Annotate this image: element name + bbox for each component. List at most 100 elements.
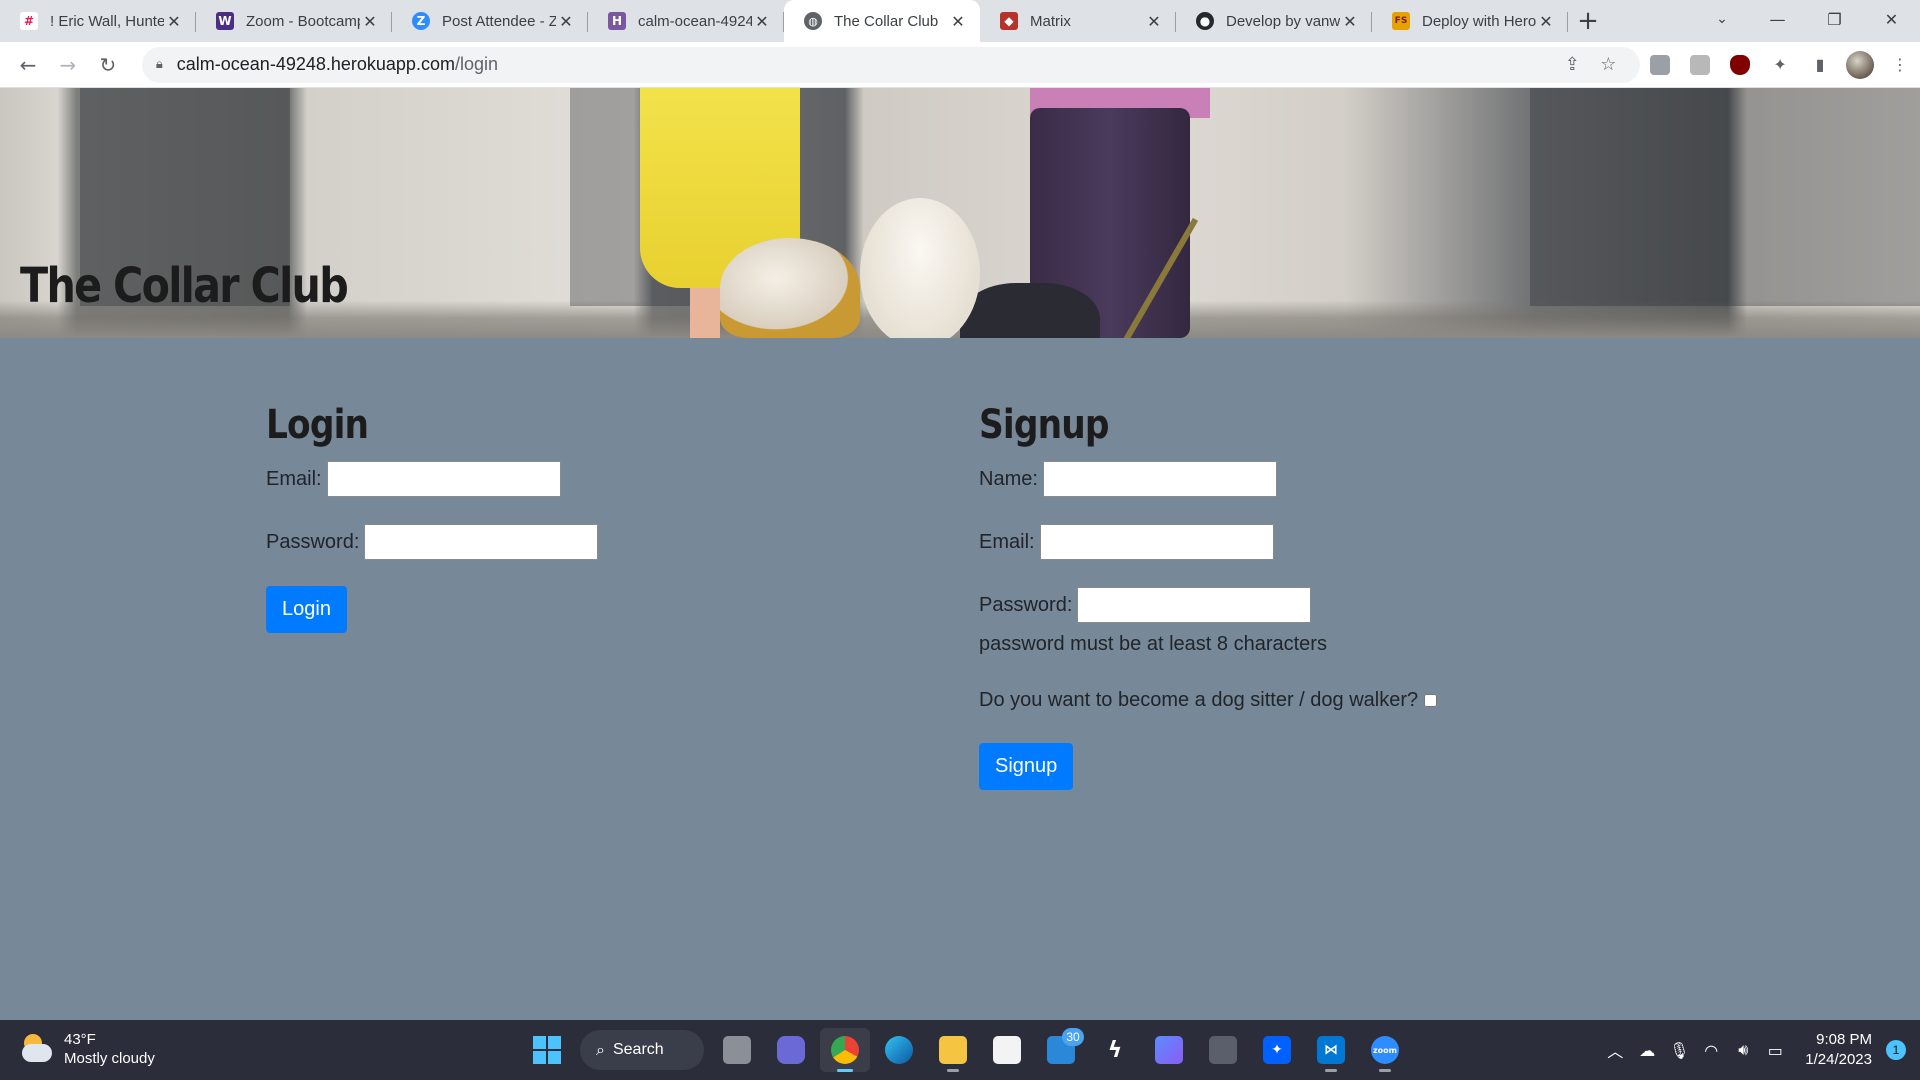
tab-deploy-heroku[interactable]: FS Deploy with Hero ✕ xyxy=(1372,0,1568,42)
battery-icon[interactable]: ▭ xyxy=(1759,1041,1791,1060)
onedrive-icon[interactable]: ☁ xyxy=(1631,1041,1663,1060)
tab-strip: # ! Eric Wall, Hunter ✕ W Zoom - Bootcam… xyxy=(0,0,1920,42)
browser-toolbar: ← → ↻ 🔒︎ calm-ocean-49248.herokuapp.com/… xyxy=(0,42,1920,88)
close-tab-icon[interactable]: ✕ xyxy=(1340,12,1360,31)
ublock-icon[interactable] xyxy=(1720,47,1760,83)
clock[interactable]: 9:08 PM 1/24/2023 xyxy=(1805,1030,1872,1070)
tab-matrix[interactable]: ◆ Matrix ✕ xyxy=(980,0,1176,42)
lock-icon[interactable]: 🔒︎ xyxy=(156,57,163,72)
taskbar-search[interactable]: ⌕ Search xyxy=(580,1030,704,1070)
signup-form: Signup Name: Email: Password: password m… xyxy=(979,400,1438,790)
bookmark-star-icon[interactable]: ☆ xyxy=(1590,54,1626,75)
tab-collar-club[interactable]: ◍ The Collar Club ✕ xyxy=(784,0,980,42)
zoom-app-icon[interactable]: zoom xyxy=(1360,1028,1410,1072)
system-tray: ︿ ☁ 🎙︎ ◠ 🔊︎ ▭ 9:08 PM 1/24/2023 1 xyxy=(1599,1020,1920,1080)
login-button[interactable]: Login xyxy=(266,586,347,633)
task-view-icon[interactable] xyxy=(712,1028,762,1072)
matrix-icon: ◆ xyxy=(1000,12,1018,30)
wifi-icon[interactable]: ◠ xyxy=(1695,1041,1727,1060)
menu-kebab-icon[interactable]: ⋮ xyxy=(1880,47,1920,83)
tab-title: Post Attendee - Z xyxy=(442,12,556,30)
github-icon: ● xyxy=(1196,12,1214,30)
signup-button[interactable]: Signup xyxy=(979,743,1074,790)
file-explorer-icon[interactable] xyxy=(928,1028,978,1072)
tab-github[interactable]: ● Develop by vanw ✕ xyxy=(1176,0,1372,42)
slack-icon: # xyxy=(20,12,38,30)
reload-icon[interactable]: ↻ xyxy=(88,47,128,83)
new-tab-button[interactable]: + xyxy=(1568,0,1608,42)
close-tab-icon[interactable]: ✕ xyxy=(1144,12,1164,31)
microphone-icon[interactable]: 🎙︎ xyxy=(1663,1041,1695,1060)
sitter-row: Do you want to become a dog sitter / dog… xyxy=(979,685,1438,715)
close-tab-icon[interactable]: ✕ xyxy=(1536,12,1556,31)
main-content: Login Email: Password: Login Signup Name… xyxy=(0,338,1920,1020)
tab-zoom-bootcamp[interactable]: W Zoom - Bootcamp ✕ xyxy=(196,0,392,42)
calculator-icon[interactable] xyxy=(1198,1028,1248,1072)
close-window-icon[interactable]: ✕ xyxy=(1863,0,1920,38)
back-arrow-icon[interactable]: ← xyxy=(8,47,48,83)
tab-search-chevron-icon[interactable]: ⌄ xyxy=(1702,0,1742,38)
forward-arrow-icon[interactable]: → xyxy=(48,47,88,83)
notification-badge[interactable]: 1 xyxy=(1886,1040,1906,1060)
bing-icon[interactable] xyxy=(1144,1028,1194,1072)
small-dog xyxy=(720,238,860,338)
profile-avatar[interactable] xyxy=(1840,47,1880,83)
login-password-field[interactable] xyxy=(364,524,599,560)
login-heading: Login xyxy=(266,402,369,448)
chrome-icon[interactable] xyxy=(820,1028,870,1072)
zoom-icon: Z xyxy=(412,12,430,30)
mail-icon[interactable]: 30 xyxy=(1036,1028,1086,1072)
signup-name-field[interactable] xyxy=(1042,461,1277,497)
minimize-icon[interactable]: — xyxy=(1749,0,1806,38)
login-password-label: Password: xyxy=(266,530,360,553)
chat-icon[interactable] xyxy=(766,1028,816,1072)
w-icon: W xyxy=(216,12,234,30)
tab-heroku[interactable]: H calm-ocean-49248 ✕ xyxy=(588,0,784,42)
window-pane xyxy=(1530,88,1920,306)
edge-icon[interactable] xyxy=(874,1028,924,1072)
close-tab-icon[interactable]: ✕ xyxy=(752,12,772,31)
extensions-puzzle-icon[interactable]: ✦ xyxy=(1760,47,1800,83)
extension-cube-icon[interactable] xyxy=(1640,47,1680,83)
tab-slack[interactable]: # ! Eric Wall, Hunter ✕ xyxy=(0,0,196,42)
close-tab-icon[interactable]: ✕ xyxy=(164,12,184,31)
login-form: Login Email: Password: Login xyxy=(266,400,599,633)
signup-email-field[interactable] xyxy=(1039,524,1274,560)
share-icon[interactable]: ⇪ xyxy=(1554,54,1590,75)
bolt-app-icon[interactable]: ϟ xyxy=(1090,1028,1140,1072)
clock-time: 9:08 PM xyxy=(1816,1031,1872,1048)
sitter-checkbox[interactable] xyxy=(1424,693,1438,707)
login-password-row: Password: xyxy=(266,523,599,561)
dropbox-icon[interactable]: ✦ xyxy=(1252,1028,1302,1072)
close-tab-icon[interactable]: ✕ xyxy=(556,12,576,31)
globe-icon: ◍ xyxy=(804,12,822,30)
extension-a-icon[interactable] xyxy=(1680,47,1720,83)
taskbar-apps: ⌕ Search 30 ϟ ✦ ⋈ zoom xyxy=(520,1026,1412,1074)
restore-icon[interactable]: ❐ xyxy=(1806,0,1863,38)
volume-icon[interactable]: 🔊︎ xyxy=(1727,1040,1759,1060)
windows-logo-icon xyxy=(533,1036,561,1064)
site-title: The Collar Club xyxy=(20,258,349,314)
address-bar[interactable]: 🔒︎ calm-ocean-49248.herokuapp.com/login … xyxy=(141,46,1641,83)
vscode-icon[interactable]: ⋈ xyxy=(1306,1028,1356,1072)
close-tab-icon[interactable]: ✕ xyxy=(360,12,380,31)
signup-email-row: Email: xyxy=(979,523,1437,561)
tab-post-attendee[interactable]: Z Post Attendee - Z ✕ xyxy=(392,0,588,42)
store-icon[interactable] xyxy=(982,1028,1032,1072)
tab-title: The Collar Club xyxy=(834,12,939,30)
url-text[interactable]: calm-ocean-49248.herokuapp.com/login xyxy=(177,54,1555,75)
leg xyxy=(690,288,720,338)
login-email-field[interactable] xyxy=(326,461,561,497)
close-tab-icon[interactable]: ✕ xyxy=(948,12,968,31)
start-button[interactable] xyxy=(522,1028,572,1072)
search-icon: ⌕ xyxy=(596,1040,605,1059)
side-panel-icon[interactable]: ▮ xyxy=(1800,47,1840,83)
dog-coat xyxy=(960,283,1100,338)
signup-password-row: Password: xyxy=(979,586,1437,624)
tray-chevron-icon[interactable]: ︿ xyxy=(1599,1038,1631,1062)
signup-name-label: Name: xyxy=(979,467,1038,490)
signup-name-row: Name: xyxy=(979,460,1437,498)
weather-desc: Mostly cloudy xyxy=(64,1050,155,1067)
signup-password-field[interactable] xyxy=(1077,587,1312,623)
weather-widget[interactable]: 43°F Mostly cloudy xyxy=(20,1030,155,1068)
